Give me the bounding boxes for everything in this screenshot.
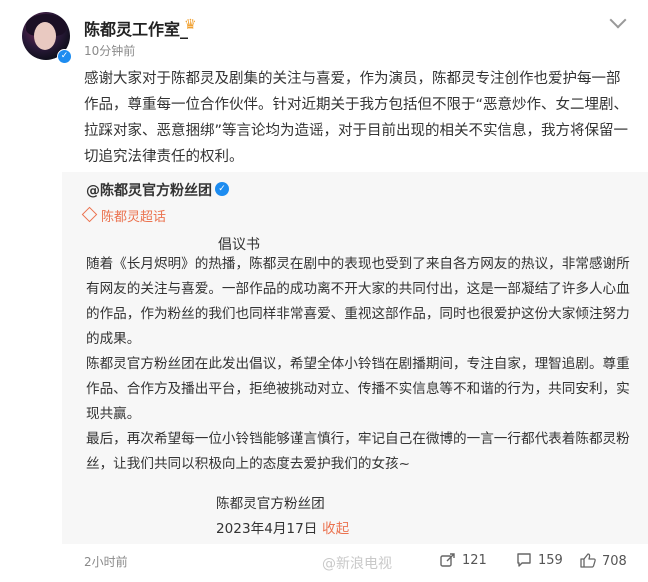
share-count: 121: [462, 553, 487, 568]
post-text: 感谢大家对于陈都灵及剧集的关注与喜爱，作为演员，陈都灵专注创作也爱护每一部作品，…: [84, 71, 629, 165]
verified-icon: ✓: [57, 49, 72, 64]
collapse-link[interactable]: 收起: [322, 517, 349, 537]
repost-paragraph: 最后，再次希望每一位小铃铛能够谨言慎行，牢记自己在微博的一言一行都代表着陈都灵粉…: [86, 431, 630, 472]
super-topic-icon: [81, 206, 98, 223]
repost-signature: 陈都灵官方粉丝团: [216, 496, 325, 512]
watermark: @新浪电视: [322, 556, 392, 572]
repost-card[interactable]: @陈都灵官方粉丝团 ✓ 陈都灵超话 倡议书 随着《长月烬明》的热播，陈都灵在剧中…: [62, 172, 648, 544]
chevron-down-icon[interactable]: [609, 11, 627, 29]
repost-paragraph: 随着《长月烬明》的热播，陈都灵在剧中的表现也受到了来自各方网友的热议，非常感谢所…: [86, 256, 630, 347]
like-button[interactable]: 708: [580, 553, 627, 569]
comment-button[interactable]: 159: [516, 553, 563, 568]
super-topic-label: 陈都灵超话: [101, 210, 167, 225]
share-button[interactable]: 121: [440, 553, 487, 568]
repost-author[interactable]: @陈都灵官方粉丝团: [86, 180, 212, 200]
super-topic-link[interactable]: 陈都灵超话: [81, 206, 167, 225]
crown-icon: ♛: [184, 17, 197, 33]
repost-time[interactable]: 2小时前: [84, 553, 128, 570]
repost-body: 随着《长月烬明》的热播，陈都灵在剧中的表现也受到了来自各方网友的热议，非常感谢所…: [86, 252, 636, 477]
post-time[interactable]: 10分钟前: [84, 42, 135, 59]
like-count: 708: [602, 554, 627, 569]
comment-count: 159: [538, 553, 563, 568]
like-icon: [580, 553, 596, 568]
author-name[interactable]: 陈都灵工作室_: [84, 16, 188, 40]
comment-icon: [517, 553, 531, 567]
repost-paragraph: 陈都灵官方粉丝团在此发出倡议，希望全体小铃铛在剧播期间，专注自家，理智追剧。尊重…: [86, 356, 630, 422]
share-icon: [440, 553, 455, 567]
avatar-face: [34, 22, 56, 50]
repost-date: 2023年4月17日: [216, 521, 318, 537]
repost-heading: 倡议书: [218, 237, 260, 253]
verified-icon: ✓: [215, 182, 229, 196]
